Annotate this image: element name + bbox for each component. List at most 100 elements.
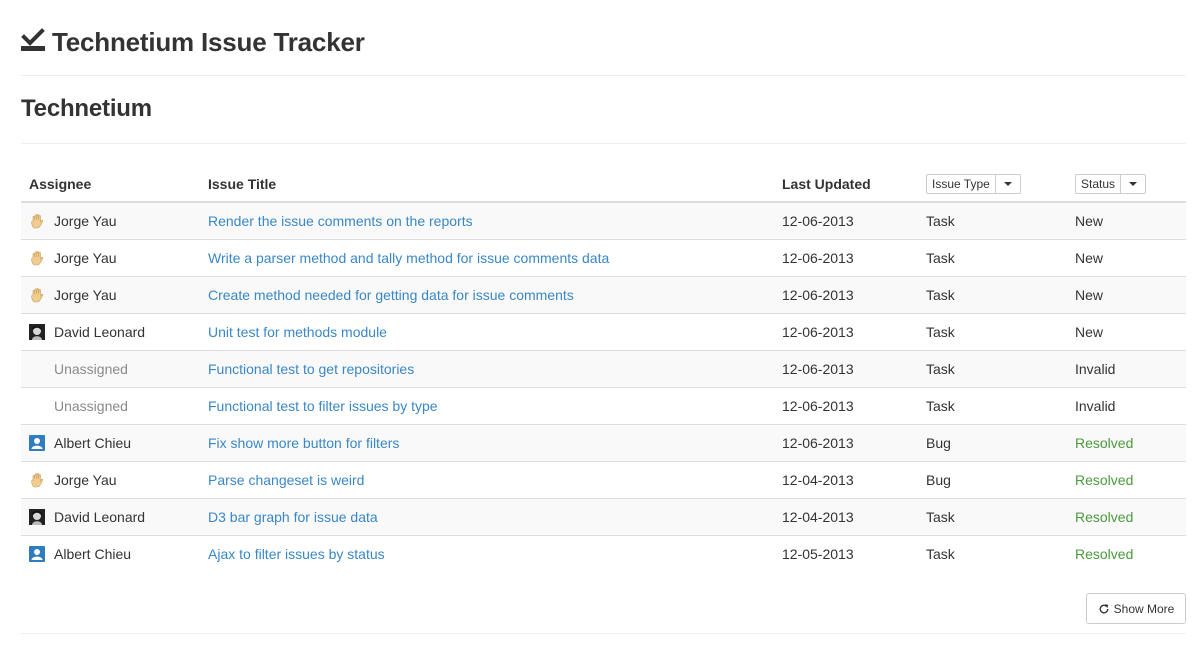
assignee-cell: Unassigned	[21, 350, 208, 388]
issue-title-cell: Unit test for methods module	[208, 313, 782, 351]
status-cell: Invalid	[1075, 387, 1186, 425]
status-cell: New	[1075, 276, 1186, 314]
issue-type-filter-label: Issue Type	[932, 176, 990, 191]
assignee-name: Jorge Yau	[54, 287, 117, 303]
issue-type-cell: Task	[926, 313, 1075, 351]
last-updated-cell: 12-06-2013	[782, 424, 926, 462]
table-row: Albert Chieu Fix show more button for fil…	[21, 424, 1186, 462]
issue-type-cell: Bug	[926, 424, 1075, 462]
assignee-cell: Jorge Yau	[21, 461, 208, 499]
assignee-cell: Jorge Yau	[21, 276, 208, 314]
last-updated-cell: 12-04-2013	[782, 498, 926, 536]
table-row: Albert Chieu Ajax to filter issues by sta…	[21, 536, 1186, 573]
issue-title-cell: Render the issue comments on the reports	[208, 202, 782, 240]
status-filter-button[interactable]: Status	[1075, 173, 1147, 194]
last-updated-cell: 12-04-2013	[782, 461, 926, 499]
issues-table: Assignee Issue Title Last Updated Issue …	[21, 166, 1186, 573]
assignee-header: Assignee	[21, 166, 208, 203]
hand-avatar-icon	[29, 213, 45, 229]
assignee-cell: Jorge Yau	[21, 202, 208, 240]
issue-type-cell: Task	[926, 239, 1075, 277]
last-updated-cell: 12-06-2013	[782, 313, 926, 351]
assignee-name: Unassigned	[54, 398, 128, 414]
default-user-avatar-icon	[29, 546, 45, 563]
status-cell: New	[1075, 202, 1186, 240]
caret-down-icon[interactable]	[1120, 174, 1145, 193]
issue-title-cell: Create method needed for getting data fo…	[208, 276, 782, 314]
issue-title-link[interactable]: D3 bar graph for issue data	[208, 509, 378, 525]
assignee-name: Albert Chieu	[54, 435, 132, 451]
assignee-cell: David Leonard	[21, 313, 208, 351]
assignee-name: Unassigned	[54, 361, 128, 377]
show-more-button[interactable]: Show More	[1086, 593, 1186, 624]
refresh-icon	[1099, 603, 1109, 613]
issue-title-link[interactable]: Fix show more button for filters	[208, 435, 399, 451]
issue-title-link[interactable]: Unit test for methods module	[208, 324, 387, 340]
assignee-name: Jorge Yau	[54, 213, 117, 229]
issue-type-cell: Task	[926, 202, 1075, 240]
issue-title-link[interactable]: Render the issue comments on the reports	[208, 213, 473, 229]
issue-type-cell: Task	[926, 276, 1075, 314]
table-row: Jorge Yau Parse changeset is weird 12-04-2…	[21, 461, 1186, 499]
hand-avatar-icon	[29, 287, 45, 303]
assignee-name: David Leonard	[54, 509, 146, 525]
assignee-name: David Leonard	[54, 324, 146, 340]
issue-title-link[interactable]: Write a parser method and tally method f…	[208, 250, 609, 266]
issue-tracker-page: Technetium Issue Tracker Technetium Assi…	[0, 0, 1202, 652]
issue-type-cell: Task	[926, 387, 1075, 425]
last-updated-cell: 12-06-2013	[782, 202, 926, 240]
assignee-name: Jorge Yau	[54, 472, 117, 488]
issue-title-cell: Ajax to filter issues by status	[208, 536, 782, 573]
last-updated-cell: 12-06-2013	[782, 350, 926, 388]
last-updated-cell: 12-06-2013	[782, 239, 926, 277]
assignee-name: Jorge Yau	[54, 250, 117, 266]
assignee-cell: Unassigned	[21, 387, 208, 425]
issue-title-link[interactable]: Parse changeset is weird	[208, 472, 364, 488]
app-title: Technetium Issue Tracker	[52, 27, 365, 57]
project-header: Technetium	[21, 76, 1186, 144]
assignee-cell: Albert Chieu	[21, 536, 208, 573]
hand-avatar-icon	[29, 250, 45, 266]
status-cell: Resolved	[1075, 546, 1134, 563]
last-updated-cell: 12-06-2013	[782, 276, 926, 314]
checkbox-underline-icon	[21, 28, 45, 51]
issue-type-cell: Task	[926, 350, 1075, 388]
default-user-avatar-icon	[29, 435, 45, 451]
issue-type-filter-button[interactable]: Issue Type	[926, 173, 1021, 194]
status-header: Status	[1075, 166, 1186, 203]
issue-title-link[interactable]: Functional test to get repositories	[208, 361, 414, 377]
table-row: David Leonard Unit test for methods modul…	[21, 313, 1186, 351]
caret-down-icon[interactable]	[994, 174, 1020, 193]
bottom-divider	[21, 633, 1186, 634]
table-row: Jorge Yau Create method needed for gettin…	[21, 276, 1186, 314]
issue-title-cell: Parse changeset is weird	[208, 461, 782, 499]
status-filter-label: Status	[1081, 176, 1116, 191]
table-row: David Leonard D3 bar graph for issue data…	[21, 498, 1186, 536]
app-header: Technetium Issue Tracker	[21, 22, 1186, 76]
issue-title-cell: Functional test to filter issues by type	[208, 387, 782, 425]
issue-type-cell: Task	[926, 546, 955, 563]
assignee-cell: David Leonard	[21, 498, 208, 536]
last-updated-cell: 12-06-2013	[782, 387, 926, 425]
issue-type-header: Issue Type	[926, 166, 1075, 203]
assignee-cell: Albert Chieu	[21, 424, 208, 462]
status-cell: Invalid	[1075, 350, 1186, 388]
show-more-label: Show More	[1113, 601, 1175, 616]
photo-avatar-icon	[29, 324, 45, 340]
issue-title-link[interactable]: Ajax to filter issues by status	[208, 546, 385, 562]
table-row: Jorge Yau Write a parser method and tally…	[21, 239, 1186, 277]
issue-title-link[interactable]: Functional test to filter issues by type	[208, 398, 438, 414]
issue-title-header: Issue Title	[208, 166, 782, 203]
issue-title-link[interactable]: Create method needed for getting data fo…	[208, 287, 574, 303]
last-updated-header: Last Updated	[782, 166, 926, 203]
status-cell: New	[1075, 313, 1186, 351]
project-title: Technetium	[21, 95, 152, 122]
status-cell: Resolved	[1075, 424, 1186, 462]
issue-title-cell: Write a parser method and tally method f…	[208, 239, 782, 277]
no-avatar	[29, 398, 45, 414]
issue-title-cell: Functional test to get repositories	[208, 350, 782, 388]
assignee-name: Albert Chieu	[54, 546, 132, 563]
status-cell: Resolved	[1075, 498, 1186, 536]
assignee-cell: Jorge Yau	[21, 239, 208, 277]
status-cell: New	[1075, 239, 1186, 277]
